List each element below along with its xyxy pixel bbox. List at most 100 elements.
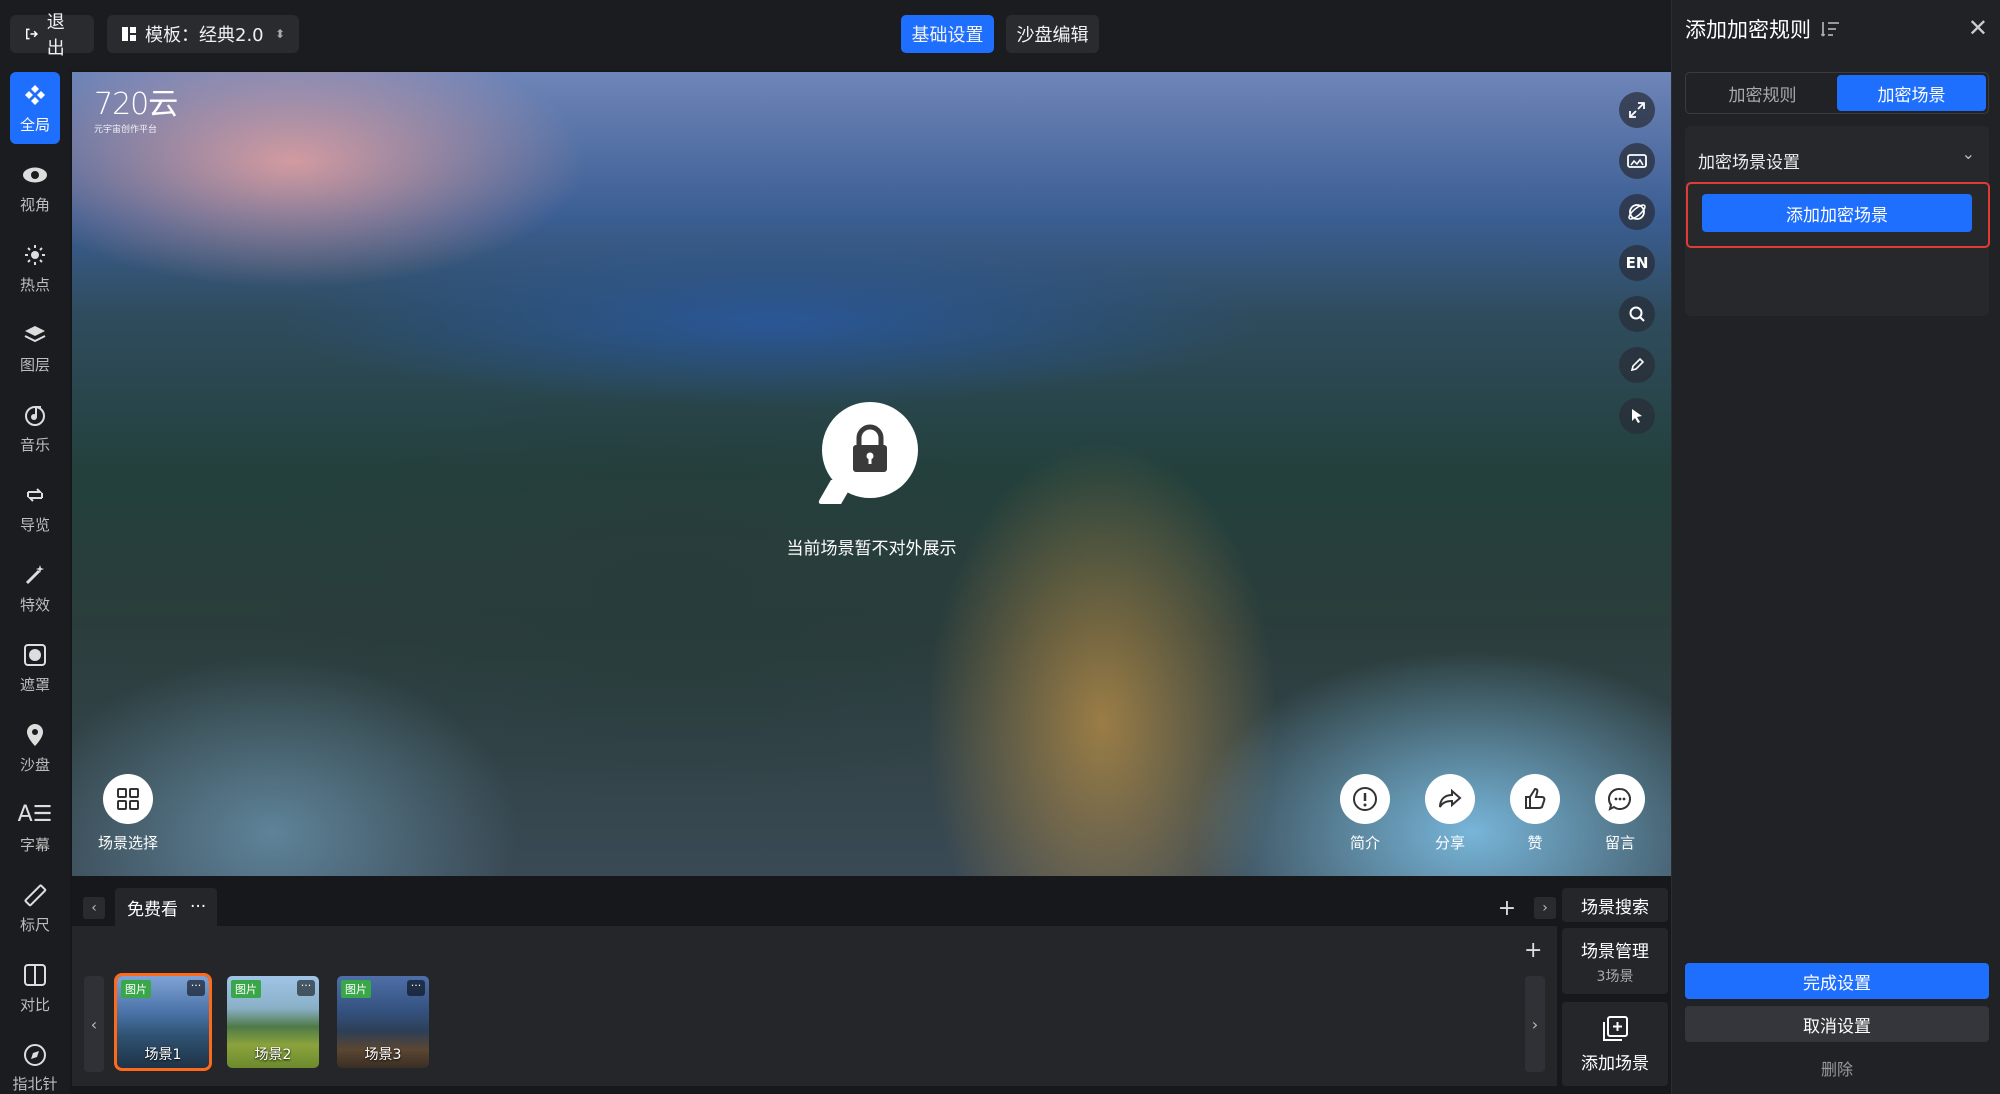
sidebar-item-ruler[interactable]: 标尺 [10,872,60,944]
fullscreen-icon[interactable] [1619,92,1655,128]
more-icon[interactable]: ··· [187,980,205,996]
more-icon[interactable]: ··· [297,980,315,996]
thumbs-up-icon [1510,774,1560,824]
sort-icon: ⬍ [274,27,285,41]
viewer-actions: 简介 分享 赞 留言 [1340,774,1645,853]
sidebar-item-view[interactable]: 视角 [10,152,60,224]
sidebar-item-label: 特效 [19,595,50,614]
cancel-settings-button[interactable]: 取消设置 [1685,1006,1989,1042]
mask-icon [22,642,48,668]
viewer-toolbar: EN [1619,92,1655,434]
sidebar-item-label: 标尺 [19,915,50,934]
magic-wand-icon [22,562,48,588]
scene-thumbnail[interactable]: 图片 ··· 场景2 [227,976,319,1068]
add-scene-button[interactable]: 添加场景 [1562,1002,1668,1086]
scene-type-tag: 图片 [231,980,261,998]
compass-icon [22,1042,48,1067]
scene-label: 场景2 [254,1047,292,1063]
panel-title: 添加加密规则 [1685,14,1841,44]
action-label: 简介 [1349,834,1380,852]
sidebar-item-label: 全局 [19,115,50,134]
sidebar-item-label: 音乐 [19,435,50,454]
add-encrypted-scene-button[interactable]: 添加加密场景 [1702,194,1972,232]
sidebar-item-layers[interactable]: 图层 [10,312,60,384]
close-icon[interactable]: ✕ [1968,14,1988,42]
action-label: 分享 [1434,834,1465,852]
chevron-down-icon[interactable]: ⌄ [1962,144,1975,163]
sidebar-item-tour[interactable]: 导览 [10,472,60,544]
sidebar-item-label: 对比 [19,995,50,1014]
share-button[interactable]: 分享 [1425,774,1475,853]
exit-button[interactable]: 退出 [10,12,94,59]
chevron-right-icon[interactable]: › [1525,976,1545,1072]
scene-manage-button[interactable]: 场景管理 3场景 [1562,928,1668,994]
sidebar-item-mask[interactable]: 遮罩 [10,632,60,704]
intro-button[interactable]: 简介 [1340,774,1390,853]
section-title: 加密场景设置 [1698,153,1800,173]
tab-sandtable-edit[interactable]: 沙盘编辑 [1006,15,1099,53]
ruler-icon [22,882,48,908]
sidebar-item-subtitle[interactable]: A☰ 字幕 [10,792,60,864]
sidebar-item-music[interactable]: 音乐 [10,392,60,464]
add-scene-label: 添加场景 [1581,1053,1649,1074]
delete-link[interactable]: 删除 [1685,1056,1989,1080]
scene-thumbnail[interactable]: 图片 ··· 场景3 [337,976,429,1068]
action-label: 留言 [1604,834,1635,852]
sidebar-item-label: 遮罩 [19,675,50,694]
top-bar: 退出 模板：经典2.0 ⬍ 基础设置 沙盘编辑 [0,0,1671,70]
scene-select-label: 场景选择 [98,834,159,852]
subtitle-icon: A☰ [17,802,53,827]
search-icon[interactable] [1619,296,1655,332]
scene-search-button[interactable]: 场景搜索 [1562,888,1668,922]
tab-encryption-scene[interactable]: 加密场景 [1837,75,1986,111]
encryption-rule-panel: 添加加密规则 ✕ 加密规则 加密场景 加密场景设置 ⌄ 完成设置 取消设置 删除 [1671,0,2000,1094]
scene-thumbnail[interactable]: 图片 ··· 场景1 [114,973,212,1071]
add-scene-plus-icon[interactable]: + [1524,938,1542,963]
eye-icon [22,162,48,188]
lock-icon [822,402,918,498]
template-icon [122,27,136,41]
like-button[interactable]: 赞 [1510,774,1560,853]
tour-icon [22,482,48,508]
vr-icon[interactable] [1619,143,1655,179]
brand-logo: 720云 元宇宙创作平台 [94,87,178,136]
chevron-left-icon[interactable]: ‹ [83,897,105,919]
sidebar-item-hotspot[interactable]: 热点 [10,232,60,304]
language-en-button[interactable]: EN [1619,245,1655,281]
sidebar-item-compare[interactable]: 对比 [10,952,60,1024]
comment-button[interactable]: 留言 [1595,774,1645,853]
gyroscope-icon[interactable] [1619,194,1655,230]
exit-label: 退出 [46,12,65,59]
cursor-icon[interactable] [1619,398,1655,434]
more-icon[interactable]: ··· [407,980,425,996]
sidebar-item-effects[interactable]: 特效 [10,552,60,624]
sidebar-item-compass[interactable]: 指北针 [10,1032,60,1094]
scene-select-button[interactable]: 场景选择 [98,774,158,853]
music-icon [22,402,48,428]
sidebar-item-sandtable[interactable]: 沙盘 [10,712,60,784]
done-settings-button[interactable]: 完成设置 [1685,963,1989,999]
tab-encryption-rule[interactable]: 加密规则 [1688,75,1837,111]
tab-free-view[interactable]: 免费看 ··· [115,888,217,926]
more-icon[interactable]: ··· [190,897,206,917]
comment-icon [1595,774,1645,824]
template-select[interactable]: 模板：经典2.0 ⬍ [107,15,299,53]
scene-label: 场景1 [144,1047,182,1063]
panorama-viewer[interactable]: 720云 元宇宙创作平台 当前场景暂不对外展示 EN 场景选择 简介 分享 赞 … [72,72,1671,876]
chevron-right-icon[interactable]: › [1534,897,1556,919]
scene-count: 3场景 [1596,968,1634,985]
map-pin-icon [22,722,48,748]
grid-icon [103,774,153,824]
add-group-icon[interactable]: + [1496,896,1518,921]
tab-basic-settings[interactable]: 基础设置 [901,15,994,53]
global-icon [22,82,48,108]
hotspot-icon [22,242,48,268]
edit-icon[interactable] [1619,347,1655,383]
scene-type-tag: 图片 [121,980,151,998]
action-label: 赞 [1527,834,1543,852]
scene-strip: ‹ 图片 ··· 场景1 图片 ··· 场景2 图片 ··· 场景3 › + [72,926,1557,1086]
list-sort-icon[interactable] [1821,20,1841,38]
layers-icon [22,322,48,348]
chevron-left-icon[interactable]: ‹ [84,976,104,1072]
sidebar-item-global[interactable]: 全局 [10,72,60,144]
